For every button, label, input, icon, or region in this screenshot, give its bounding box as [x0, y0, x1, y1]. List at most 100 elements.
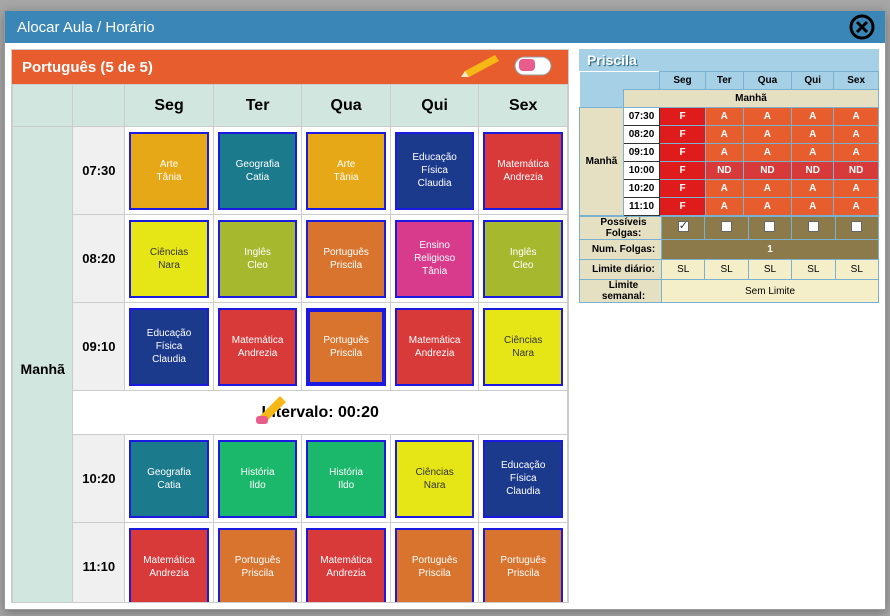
class-card[interactable]: PortuguêsPriscila	[395, 528, 475, 603]
folga-checkbox[interactable]	[851, 221, 862, 232]
schedule-slot[interactable]: PortuguêsPriscila	[302, 215, 391, 303]
availability-cell[interactable]: F	[660, 144, 706, 162]
schedule-slot[interactable]: GeografiaCatia	[213, 127, 302, 215]
availability-cell[interactable]: A	[792, 180, 834, 198]
schedule-slot[interactable]: CiênciasNara	[125, 215, 214, 303]
class-card[interactable]: CiênciasNara	[395, 440, 475, 518]
class-card[interactable]: PortuguêsPriscila	[306, 308, 386, 386]
schedule-slot[interactable]: MatemáticaAndrezia	[302, 523, 391, 603]
availability-cell[interactable]: A	[705, 108, 743, 126]
pencil-eraser-icon	[256, 396, 290, 429]
class-card[interactable]: MatemáticaAndrezia	[218, 308, 298, 386]
availability-cell[interactable]: F	[660, 108, 706, 126]
availability-cell[interactable]: A	[834, 108, 879, 126]
class-card[interactable]: PortuguêsPriscila	[218, 528, 298, 603]
availability-cell[interactable]: A	[743, 126, 792, 144]
availability-cell[interactable]: A	[705, 180, 743, 198]
availability-cell[interactable]: A	[834, 198, 879, 216]
schedule-slot[interactable]: Educação FísicaClaudia	[390, 127, 479, 215]
availability-cell[interactable]: A	[705, 144, 743, 162]
schedule-slot[interactable]: InglêsCleo	[479, 215, 568, 303]
class-card[interactable]: CiênciasNara	[483, 308, 563, 386]
class-card[interactable]: Ensino ReligiosoTânia	[395, 220, 475, 298]
folga-checkbox[interactable]	[808, 221, 819, 232]
card-teacher: Nara	[512, 347, 534, 360]
availability-cell[interactable]: A	[792, 108, 834, 126]
mini-time: 09:10	[624, 144, 660, 162]
card-subject: Matemática	[143, 554, 195, 567]
availability-cell[interactable]: ND	[743, 162, 792, 180]
schedule-slot[interactable]: MatemáticaAndrezia	[479, 127, 568, 215]
schedule-slot[interactable]: Ensino ReligiosoTânia	[390, 215, 479, 303]
class-card[interactable]: Educação FísicaClaudia	[483, 440, 563, 518]
schedule-slot[interactable]: HistóriaIldo	[302, 435, 391, 523]
class-card[interactable]: ArteTânia	[306, 132, 386, 210]
availability-cell[interactable]: ND	[834, 162, 879, 180]
availability-cell[interactable]: A	[743, 180, 792, 198]
schedule-slot[interactable]: Educação FísicaClaudia	[479, 435, 568, 523]
availability-cell[interactable]: A	[792, 126, 834, 144]
schedule-slot[interactable]: Educação FísicaClaudia	[125, 303, 214, 391]
class-card[interactable]: PortuguêsPriscila	[483, 528, 563, 603]
class-card[interactable]: CiênciasNara	[129, 220, 209, 298]
class-card[interactable]: HistóriaIldo	[306, 440, 386, 518]
availability-cell[interactable]: A	[743, 198, 792, 216]
class-card[interactable]: InglêsCleo	[218, 220, 298, 298]
schedule-slot[interactable]: HistóriaIldo	[213, 435, 302, 523]
folga-checkbox[interactable]	[678, 221, 689, 232]
schedule-slot[interactable]: ArteTânia	[302, 127, 391, 215]
schedule-slot[interactable]: GeografiaCatia	[125, 435, 214, 523]
schedule-slot[interactable]: PortuguêsPriscila	[302, 303, 391, 391]
availability-cell[interactable]: ND	[705, 162, 743, 180]
availability-cell[interactable]: A	[834, 126, 879, 144]
schedule-slot[interactable]: CiênciasNara	[390, 435, 479, 523]
availability-cell[interactable]: F	[660, 198, 706, 216]
availability-cell[interactable]: F	[660, 180, 706, 198]
card-teacher: Nara	[158, 259, 180, 272]
availability-cell[interactable]: F	[660, 162, 706, 180]
availability-cell[interactable]: A	[834, 144, 879, 162]
schedule-table: Seg Ter Qua Qui Sex Manhã07:30ArteTâniaG…	[12, 84, 568, 602]
availability-cell[interactable]: A	[834, 180, 879, 198]
class-card[interactable]: MatemáticaAndrezia	[306, 528, 386, 603]
availability-cell[interactable]: A	[705, 126, 743, 144]
card-subject: Geografia	[236, 158, 280, 171]
availability-cell[interactable]: A	[705, 198, 743, 216]
mini-day: Qui	[792, 72, 834, 90]
pencil-button[interactable]	[454, 54, 504, 80]
schedule-slot[interactable]: MatemáticaAndrezia	[390, 303, 479, 391]
availability-cell[interactable]: A	[743, 144, 792, 162]
close-button[interactable]	[849, 14, 875, 40]
availability-cell[interactable]: ND	[792, 162, 834, 180]
class-card[interactable]: InglêsCleo	[483, 220, 563, 298]
class-card[interactable]: Educação FísicaClaudia	[129, 308, 209, 386]
class-card[interactable]: MatemáticaAndrezia	[129, 528, 209, 603]
availability-cell[interactable]: A	[743, 108, 792, 126]
schedule-slot[interactable]: PortuguêsPriscila	[390, 523, 479, 603]
folga-checkbox[interactable]	[764, 221, 775, 232]
eraser-button[interactable]	[508, 54, 558, 80]
class-card[interactable]: MatemáticaAndrezia	[395, 308, 475, 386]
subject-bar: Português (5 de 5)	[12, 50, 568, 84]
availability-cell[interactable]: F	[660, 126, 706, 144]
availability-cell[interactable]: A	[792, 144, 834, 162]
class-card[interactable]: HistóriaIldo	[218, 440, 298, 518]
schedule-slot[interactable]: InglêsCleo	[213, 215, 302, 303]
schedule-slot[interactable]: CiênciasNara	[479, 303, 568, 391]
card-teacher: Ildo	[250, 479, 266, 492]
class-card[interactable]: ArteTânia	[129, 132, 209, 210]
schedule-slot[interactable]: PortuguêsPriscila	[479, 523, 568, 603]
schedule-slot[interactable]: MatemáticaAndrezia	[213, 303, 302, 391]
schedule-slot[interactable]: ArteTânia	[125, 127, 214, 215]
class-card[interactable]: PortuguêsPriscila	[306, 220, 386, 298]
class-card[interactable]: GeografiaCatia	[129, 440, 209, 518]
class-card[interactable]: GeografiaCatia	[218, 132, 298, 210]
folga-checkbox[interactable]	[721, 221, 732, 232]
schedule-slot[interactable]: MatemáticaAndrezia	[125, 523, 214, 603]
class-card[interactable]: Educação FísicaClaudia	[395, 132, 475, 210]
availability-cell[interactable]: A	[792, 198, 834, 216]
schedule-scroll[interactable]: Seg Ter Qua Qui Sex Manhã07:30ArteTâniaG…	[12, 84, 568, 602]
class-card[interactable]: MatemáticaAndrezia	[483, 132, 563, 210]
day-header: Seg	[125, 85, 214, 127]
schedule-slot[interactable]: PortuguêsPriscila	[213, 523, 302, 603]
